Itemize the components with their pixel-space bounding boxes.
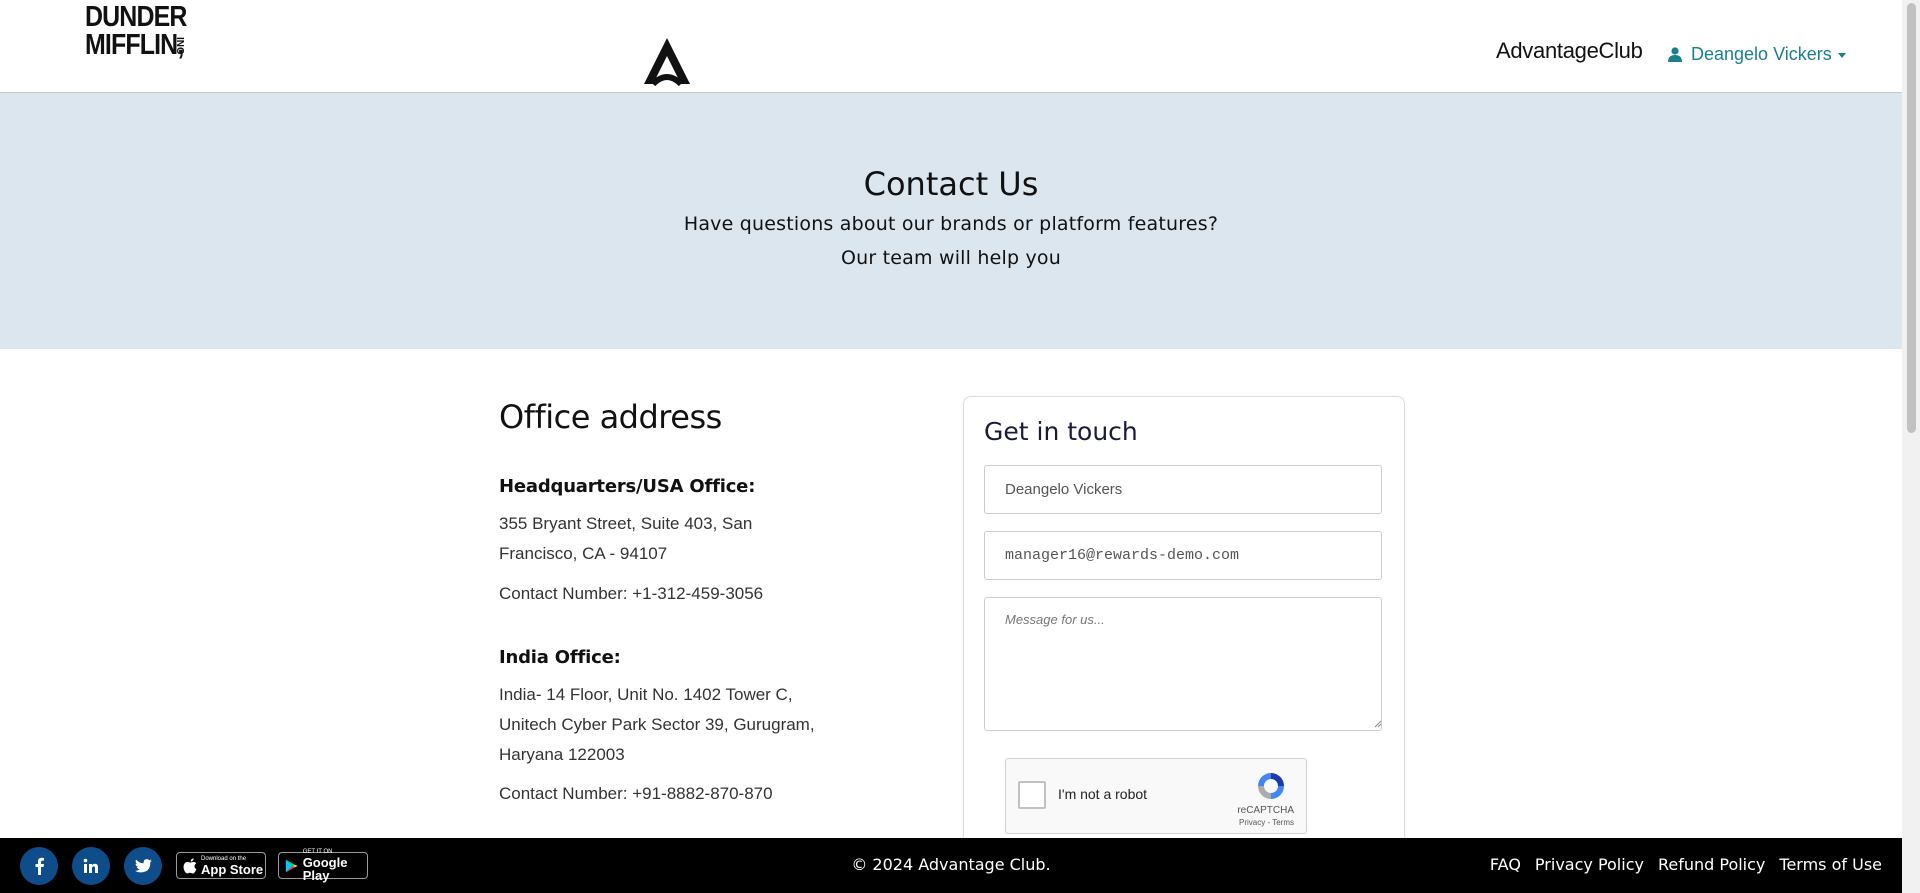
hero-subtitle-1: Have questions about our brands or platf… (683, 213, 1219, 235)
hq-contact-number: Contact Number: +1-312-459-3056 (499, 584, 764, 603)
scrollbar-thumb[interactable] (1907, 3, 1916, 433)
india-address: India- 14 Floor, Unit No. 1402 Tower C, … (499, 685, 815, 764)
site-header: DUNDER MIFFLIN, INC AdvantageClub Deange… (0, 0, 1902, 94)
recaptcha-links[interactable]: Privacy - Terms (1239, 818, 1294, 827)
hq-heading: Headquarters/USA Office: (499, 476, 756, 497)
office-title: Office address (499, 398, 722, 436)
email-field[interactable] (984, 531, 1382, 580)
contact-hero: Contact Us Have questions about our bran… (0, 93, 1902, 349)
hero-subtitle-2: Our team will help you (840, 247, 1061, 269)
hq-address: 355 Bryant Street, Suite 403, San Franci… (499, 514, 753, 563)
refund-policy-link[interactable]: Refund Policy (1658, 855, 1765, 874)
office-address-section: Office address Headquarters/USA Office: … (499, 398, 859, 803)
user-icon (1668, 47, 1682, 62)
footer-links: FAQ Privacy Policy Refund Policy Terms o… (1490, 855, 1882, 874)
name-field[interactable] (984, 465, 1382, 514)
recaptcha-brand: reCAPTCHA (1237, 805, 1294, 816)
logo-line-2: MIFFLIN, (85, 29, 184, 61)
user-name: Deangelo Vickers (1691, 44, 1832, 64)
india-contact-number: Contact Number: +91-8882-870-870 (499, 784, 773, 803)
india-heading: India Office: (499, 647, 621, 668)
site-footer: Download on the App Store GET IT ON Goog… (0, 838, 1902, 893)
resize-grip-icon[interactable] (1374, 720, 1382, 728)
faq-link[interactable]: FAQ (1490, 855, 1521, 874)
message-field[interactable] (984, 597, 1382, 731)
page-scrollbar[interactable] (1902, 0, 1920, 893)
recaptcha-widget: I'm not a robot reCAPTCHA Privacy - Term… (1005, 758, 1307, 834)
advantage-club-brand[interactable]: AdvantageClub (1496, 38, 1643, 64)
chevron-down-icon (1837, 53, 1846, 58)
form-title: Get in touch (984, 417, 1138, 446)
user-menu-dropdown[interactable]: Deangelo Vickers (1668, 44, 1846, 65)
recaptcha-logo-icon (1258, 773, 1284, 799)
recaptcha-label: I'm not a robot (1058, 786, 1148, 802)
logo-inc: INC (174, 37, 185, 55)
dunder-mifflin-logo[interactable]: DUNDER MIFFLIN, INC (85, 3, 201, 63)
contact-form-card: Get in touch I'm not a robot reCAPTCHA P… (963, 396, 1405, 848)
page-title: Contact Us (863, 165, 1039, 203)
privacy-policy-link[interactable]: Privacy Policy (1535, 855, 1644, 874)
terms-of-use-link[interactable]: Terms of Use (1779, 855, 1882, 874)
recaptcha-checkbox[interactable] (1018, 781, 1046, 809)
logo-line-1: DUNDER (85, 1, 187, 33)
advantage-a-logo-icon (644, 38, 690, 86)
